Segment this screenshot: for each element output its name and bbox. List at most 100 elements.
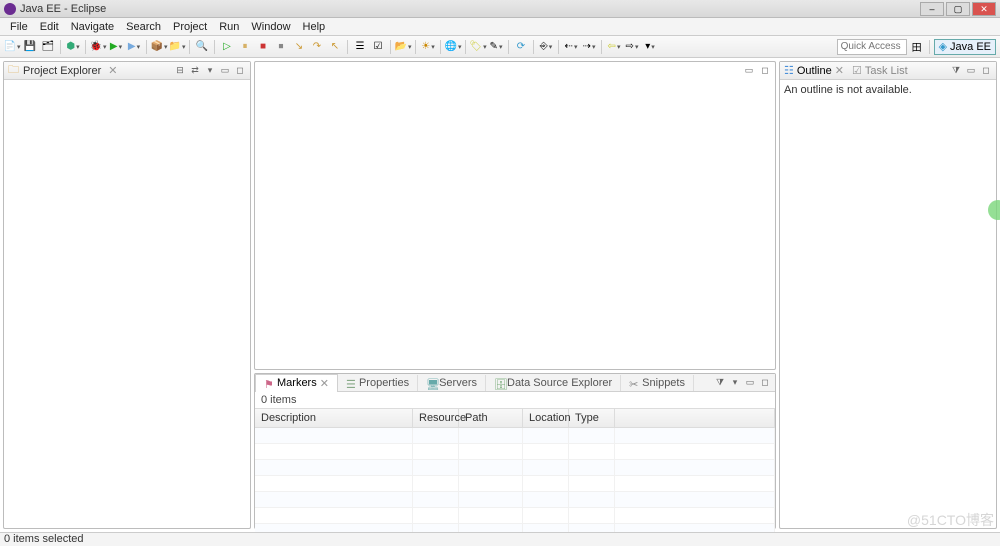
col-resource[interactable]: Resource [413,409,459,427]
step-into-icon[interactable]: ↘ [291,39,307,55]
tab-data-source-explorer[interactable]: 🗄 Data Source Explorer [486,375,621,391]
outline-header: ☷ Outline ✕ ☑ Task List ⧩ ▭ ◻ [780,62,996,80]
menu-run[interactable]: Run [213,19,245,35]
web-browser-icon[interactable]: 🌐 [445,39,461,55]
snippets-icon: ✂ [629,378,639,388]
col-location[interactable]: Location [523,409,569,427]
tab-snippets-label: Snippets [642,377,685,389]
terminate-icon[interactable]: ■ [255,39,271,55]
maximize-editor-icon[interactable]: ◻ [759,64,771,76]
markers-table-body[interactable] [255,428,775,540]
step-return-icon[interactable]: ↖ [327,39,343,55]
minimize-button[interactable]: – [920,2,944,16]
status-bar: 0 items selected [0,532,1000,546]
bottom-tabs: ⚑ Markers ✕ ☰ Properties 🖥 Servers 🗄 Dat… [255,374,775,392]
new-server-icon[interactable]: ⬢ [65,39,81,55]
menu-help[interactable]: Help [297,19,332,35]
forward-icon[interactable]: ⇨ [624,39,640,55]
task-list-title: Task List [865,65,908,77]
markers-table: Description Resource Path Location Type [255,408,775,540]
link-editor-icon[interactable]: ⇄ [189,65,201,77]
disconnect-icon[interactable]: ⏹ [273,39,289,55]
separator [508,40,509,54]
refresh-icon[interactable]: ⟳ [513,39,529,55]
save-all-icon[interactable]: 🗂 [40,39,56,55]
quick-access-input[interactable] [837,39,907,55]
open-type-icon[interactable]: 📂 [395,39,411,55]
menu-window[interactable]: Window [245,19,296,35]
menu-project[interactable]: Project [167,19,213,35]
collapse-all-icon[interactable]: ⊟ [174,65,186,77]
tab-markers-label: Markers [277,377,317,389]
toggle-mark-icon[interactable]: ☑ [370,39,386,55]
servers-icon: 🖥 [426,378,436,388]
resume-icon[interactable]: ▷ [219,39,235,55]
debug-icon[interactable]: 🐞 [90,39,106,55]
tab-markers[interactable]: ⚑ Markers ✕ [255,374,338,392]
minimize-view-icon[interactable]: ▭ [965,65,977,77]
prev-annotation-icon[interactable]: ⇠ [563,39,579,55]
back-icon[interactable]: ⇦ [606,39,622,55]
minimize-panel-icon[interactable]: ▭ [744,377,756,389]
project-explorer-body[interactable] [4,80,250,528]
suspend-icon[interactable]: ⏸ [237,39,253,55]
separator [558,40,559,54]
properties-icon: ☰ [346,378,356,388]
col-spacer [615,409,775,427]
view-menu-icon[interactable]: ⧩ [714,377,726,389]
col-path[interactable]: Path [459,409,523,427]
annotation-icon[interactable]: 🏷 [470,39,486,55]
run-last-icon[interactable]: ▶ [126,39,142,55]
tab-properties[interactable]: ☰ Properties [338,375,418,391]
menu-file[interactable]: File [4,19,34,35]
outline-view: ☷ Outline ✕ ☑ Task List ⧩ ▭ ◻ An outline [779,61,997,529]
separator [415,40,416,54]
perspective-javaee[interactable]: ◈ Java EE [934,39,996,55]
toggle-breadcrumb-icon[interactable]: ☰ [352,39,368,55]
new-project-icon[interactable]: 📦 [151,39,167,55]
maximize-panel-icon[interactable]: ◻ [759,377,771,389]
step-over-icon[interactable]: ↷ [309,39,325,55]
drop-icon[interactable]: ▾ [642,39,658,55]
tab-servers[interactable]: 🖥 Servers [418,375,486,391]
tab-task-list[interactable]: ☑ Task List [852,64,908,77]
close-view-icon[interactable]: ✕ [108,64,117,77]
separator [214,40,215,54]
col-type[interactable]: Type [569,409,615,427]
outline-body: An outline is not available. [780,80,996,528]
open-perspective-icon[interactable]: 田 [909,39,925,55]
maximize-button[interactable]: ▢ [946,2,970,16]
close-tab-icon[interactable]: ✕ [835,64,844,77]
next-annotation-icon[interactable]: ⇢ [581,39,597,55]
menu-bar: File Edit Navigate Search Project Run Wi… [0,18,1000,36]
maximize-view-icon[interactable]: ◻ [234,65,246,77]
close-tab-icon[interactable]: ✕ [320,377,329,390]
search-icon[interactable]: 🔍 [194,39,210,55]
watermark: @51CTO博客 [907,510,994,530]
separator [189,40,190,54]
close-button[interactable]: ✕ [972,2,996,16]
open-task-icon[interactable]: ☀ [420,39,436,55]
view-menu-icon[interactable]: ⧩ [950,65,962,77]
menu-search[interactable]: Search [120,19,167,35]
menu-navigate[interactable]: Navigate [65,19,120,35]
minimize-view-icon[interactable]: ▭ [219,65,231,77]
col-description[interactable]: Description [255,409,413,427]
menu-edit[interactable]: Edit [34,19,65,35]
data-source-icon: 🗄 [494,378,504,388]
new-package-icon[interactable]: 📁 [169,39,185,55]
save-icon[interactable]: 💾 [22,39,38,55]
project-explorer-header: 🗀 Project Explorer ✕ ⊟ ⇄ ▾ ▭ ◻ [4,62,250,80]
tab-snippets[interactable]: ✂ Snippets [621,375,694,391]
editor-area[interactable]: ▭ ◻ [254,61,776,370]
view-menu-icon[interactable]: ▾ [204,65,216,77]
pin-icon[interactable]: ✎ [488,39,504,55]
view-menu-icon[interactable]: ▾ [729,377,741,389]
minimize-editor-icon[interactable]: ▭ [743,64,755,76]
run-icon[interactable]: ▶ [108,39,124,55]
separator [440,40,441,54]
new-wizard-icon[interactable]: 📄 [4,39,20,55]
nav-icon[interactable]: ⎆ [538,39,554,55]
maximize-view-icon[interactable]: ◻ [980,65,992,77]
tab-outline[interactable]: ☷ Outline ✕ [784,64,844,77]
